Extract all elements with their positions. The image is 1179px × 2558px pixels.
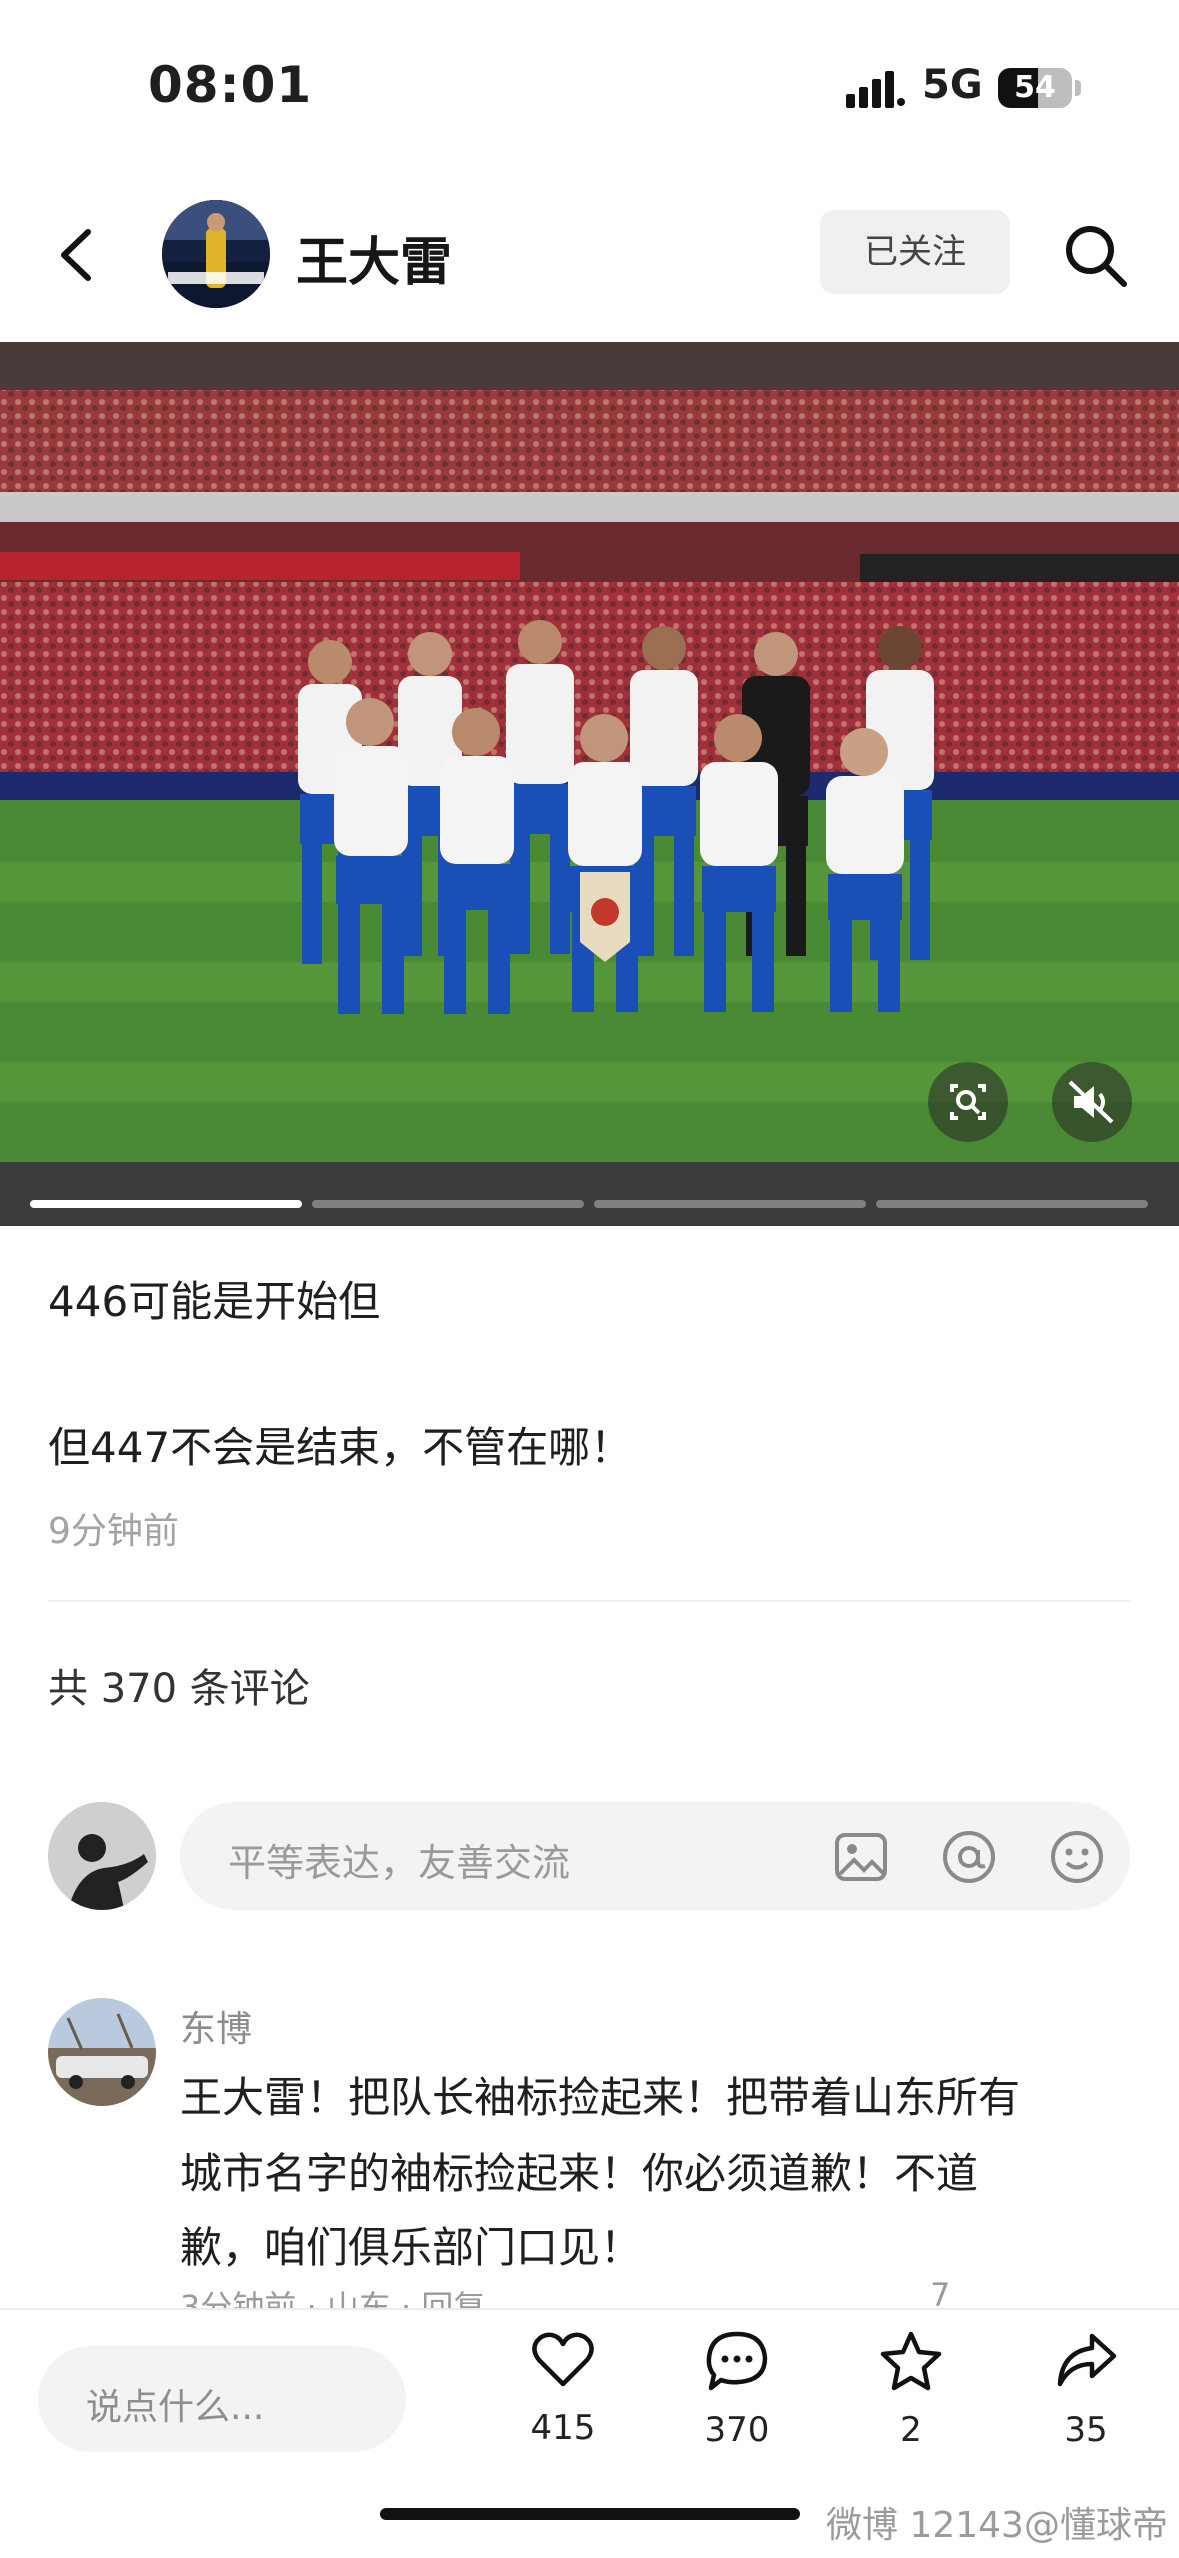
like-button[interactable]: 415 [503,2330,623,2448]
favorite-button[interactable]: 2 [851,2330,971,2450]
network-type: 5G [922,62,983,108]
emoji-icon[interactable] [1048,1828,1106,1886]
carousel-indicator-1 [30,1200,302,1208]
say-something-input[interactable]: 说点什么... [38,2346,406,2452]
post-text-line-1: 446可能是开始但 [48,1277,381,1326]
comment-text-line-2: 城市名字的袖标捡起来！你必须道歉！不道 [180,2149,979,2198]
battery-level: 54 [1014,70,1056,105]
profile-header: 王大雷 已关注 [0,190,1179,320]
back-chevron-icon[interactable] [44,220,114,290]
divider [48,1600,1131,1602]
status-bar: 08:01 5G 54 [0,0,1179,170]
comment-icon [706,2331,768,2391]
current-user-avatar [48,1802,156,1910]
comment-input-placeholder: 平等表达，友善交流 [228,1841,571,1885]
comment-input[interactable]: 平等表达，友善交流 [180,1802,1130,1910]
comment-button[interactable]: 370 [677,2330,797,2450]
search-icon[interactable] [1060,220,1130,290]
speaker-muted-icon[interactable] [1052,1062,1132,1142]
share-icon [1057,2333,1117,2387]
carousel-indicator-3 [594,1200,866,1208]
battery-icon: 54 [998,68,1072,108]
battery-tip [1075,80,1081,96]
media-carousel[interactable] [0,342,1179,1226]
like-count: 415 [530,2408,596,2448]
image-icon[interactable] [832,1828,890,1886]
home-indicator[interactable] [380,2508,800,2520]
comment-action-count: 370 [704,2410,770,2450]
share-button[interactable]: 35 [1026,2330,1146,2450]
commenter-name[interactable]: 东博 [180,2000,252,2052]
carousel-indicator-4 [876,1200,1148,1208]
watermark: 微博 12143@懂球帝 [826,2505,1168,2546]
share-count: 35 [1064,2410,1108,2450]
follow-button[interactable]: 已关注 [820,210,1010,294]
at-icon[interactable] [940,1828,998,1886]
status-time: 08:01 [148,56,313,114]
star-icon [880,2331,942,2391]
post-text-line-2: 但447不会是结束，不管在哪！ [48,1423,633,1472]
scan-image-icon[interactable] [928,1062,1008,1142]
avatar[interactable] [162,200,270,308]
comment-count: 共 370 条评论 [48,1666,310,1712]
signal-icon [846,71,905,108]
say-something-placeholder: 说点什么... [86,2387,265,2428]
carousel-indicator-2 [312,1200,584,1208]
post-timestamp: 9分钟前 [48,1511,179,1552]
heart-icon [532,2332,594,2387]
comment-text-line-3: 歉，咱们俱乐部门口见！ [180,2223,643,2272]
commenter-avatar[interactable] [48,1998,156,2106]
username[interactable]: 王大雷 [296,220,452,295]
favorite-count: 2 [900,2410,922,2450]
comment-text-line-1: 王大雷！把队长袖标捡起来！把带着山东所有 [180,2073,1021,2122]
